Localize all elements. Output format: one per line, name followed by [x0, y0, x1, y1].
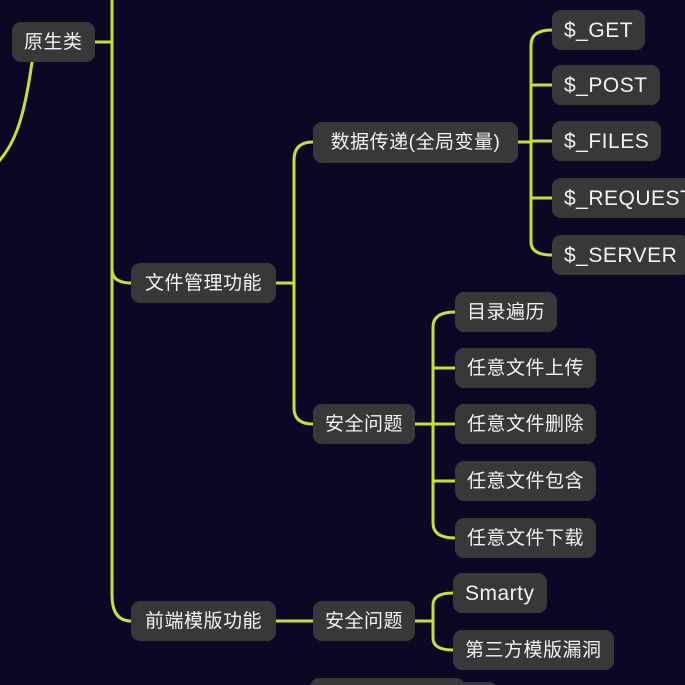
mindmap-node-wenjianguanli[interactable]: 文件管理功能	[131, 263, 276, 303]
mindmap-node-qianduanmuban[interactable]: 前端模版功能	[131, 601, 276, 641]
mindmap-node-anquan2[interactable]: 安全问题	[313, 601, 416, 641]
mindmap-node-post[interactable]: $_POST	[552, 65, 660, 105]
mindmap-node-label: 安全问题	[325, 413, 404, 435]
connector-offscreen-to-yuanshenglei	[0, 60, 34, 163]
mindmap-node-label: 原生类	[24, 31, 83, 53]
connector-branch1-vertical	[292, 140, 315, 426]
mindmap-node-label: 数据传递(全局变量)	[330, 132, 501, 153]
mindmap-node-label: 前端模版功能	[144, 610, 262, 632]
mindmap-node-label: 任意文件上传	[467, 357, 585, 379]
mindmap-node-server[interactable]: $_SERVER	[552, 235, 685, 275]
mindmap-node-label: $_POST	[564, 73, 648, 97]
connector-sec2-vertical	[431, 591, 455, 652]
mindmap-node-label: 安全问题	[325, 610, 404, 632]
mindmap-node-label: 文件管理功能	[144, 272, 262, 294]
mindmap-node-label: 第三方模版漏洞	[465, 639, 602, 661]
mindmap-node-request[interactable]: $_REQUEST	[552, 178, 685, 218]
mindmap-node-label: $_SERVER	[564, 243, 678, 267]
mindmap-node-label: 任意文件包含	[467, 470, 585, 492]
mindmap-node-shujuchuandi[interactable]: 数据传递(全局变量)	[313, 122, 518, 163]
mindmap-node-disanfang[interactable]: 第三方模版漏洞	[453, 630, 614, 670]
mindmap-node-label: Smarty	[465, 581, 535, 605]
mindmap-node-mulubianli[interactable]: 目录遍历	[455, 292, 558, 332]
connector-trunk-vertical	[110, 0, 133, 623]
mindmap-node-label: 目录遍历	[467, 301, 546, 323]
mindmap-canvas[interactable]: 原生类文件管理功能 数据传递(全局变量) $_GET $_POST $_FILES $_R…	[0, 0, 685, 685]
mindmap-node-anquan1[interactable]: 安全问题	[313, 404, 416, 444]
mindmap-node-label: $_FILES	[564, 129, 650, 153]
mindmap-node-wenjianxiazai[interactable]: 任意文件下载	[455, 518, 597, 558]
mindmap-node-wenjianshangchuan[interactable]: 任意文件上传	[455, 348, 597, 388]
mindmap-node-label: 任意文件下载	[467, 527, 585, 549]
mindmap-node-label: 任意文件删除	[467, 413, 585, 435]
mindmap-node-get[interactable]: $_GET	[552, 10, 646, 50]
mindmap-node-label: $_GET	[564, 18, 634, 42]
mindmap-node-wenjianbaohan[interactable]: 任意文件包含	[455, 461, 597, 501]
mindmap-node-files[interactable]: $_FILES	[552, 121, 662, 161]
mindmap-node-smarty[interactable]: Smarty	[453, 573, 547, 613]
connector-trunk-to-wenjianguanli	[110, 267, 133, 285]
mindmap-node-label: $_REQUEST	[564, 186, 685, 210]
mindmap-node-yuanshenglei[interactable]: 原生类	[12, 22, 95, 62]
mindmap-node-wenjianshanchu[interactable]: 任意文件删除	[455, 404, 597, 444]
